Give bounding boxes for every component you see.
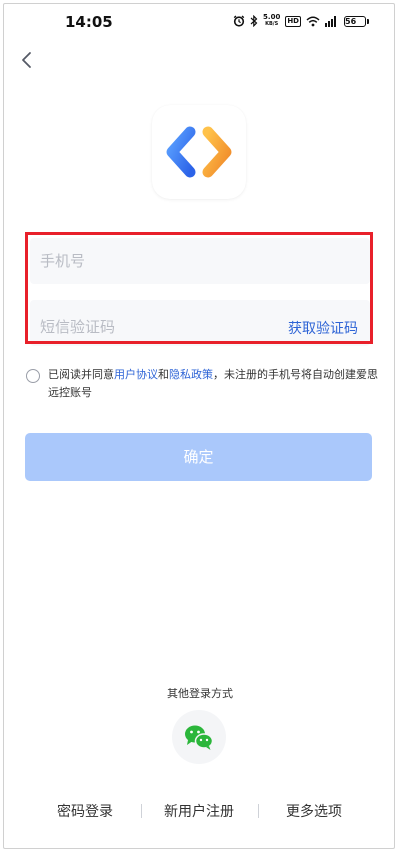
network-speed: 5.00 KB/S <box>263 13 281 28</box>
agreement-checkbox[interactable] <box>26 369 40 383</box>
status-bar: 14:05 5.00 KB/S HD 56 <box>0 0 400 44</box>
app-logo <box>152 105 246 199</box>
privacy-policy-link[interactable]: 隐私政策 <box>169 368 213 381</box>
wechat-login-button[interactable] <box>172 710 226 764</box>
confirm-button[interactable]: 确定 <box>25 433 372 481</box>
back-button[interactable] <box>17 48 39 72</box>
password-login-link[interactable]: 密码登录 <box>57 801 113 821</box>
register-link[interactable]: 新用户注册 <box>164 801 234 821</box>
hd-badge: HD <box>285 15 301 27</box>
app-logo-icon <box>166 126 232 178</box>
wechat-icon <box>185 725 214 750</box>
battery-icon: 56 <box>344 15 369 27</box>
other-login-label: 其他登录方式 <box>167 687 233 700</box>
divider <box>258 804 259 818</box>
user-agreement-link[interactable]: 用户协议 <box>114 368 158 381</box>
bluetooth-icon <box>250 15 258 27</box>
agreement-text: 已阅读并同意用户协议和隐私政策，未注册的手机号将自动创建爱思远控账号 <box>48 368 378 399</box>
chevron-left-icon <box>22 52 31 68</box>
divider <box>141 804 142 818</box>
form-highlight-box <box>25 232 373 344</box>
signal-icon <box>325 15 339 27</box>
more-options-link[interactable]: 更多选项 <box>286 801 342 821</box>
status-time: 14:05 <box>65 13 113 31</box>
bottom-links: 密码登录 新用户注册 更多选项 <box>0 801 400 823</box>
wifi-icon <box>306 16 320 27</box>
status-icons: 5.00 KB/S HD 56 <box>233 13 369 28</box>
alarm-icon <box>233 15 245 27</box>
